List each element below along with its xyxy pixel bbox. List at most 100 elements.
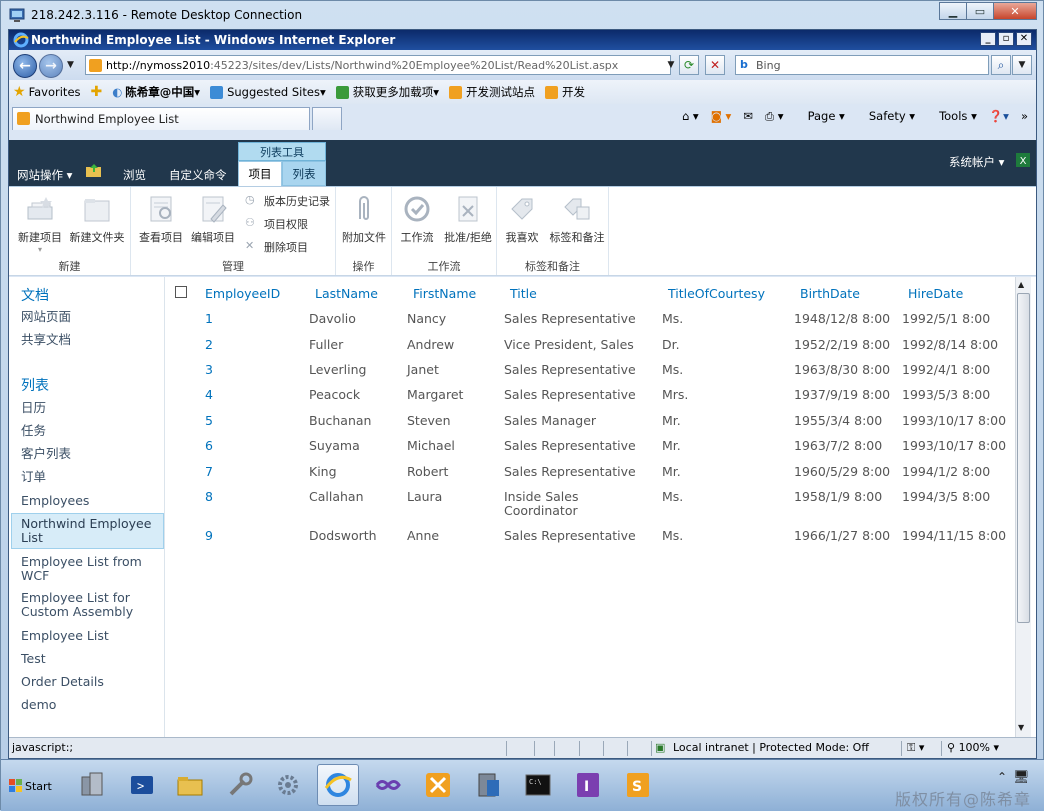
cell-employeeid[interactable]: 3 [205, 363, 213, 377]
back-button[interactable]: ← [13, 54, 37, 78]
tools-icon[interactable] [219, 764, 261, 806]
cell-employeeid[interactable]: 9 [205, 529, 213, 543]
nav-head-documents[interactable]: 文档 [21, 285, 49, 305]
col-titleofcourtesy[interactable]: TitleOfCourtesy [668, 286, 765, 301]
item-permissions-button[interactable]: ⚇ 项目权限 [245, 216, 308, 232]
scroll-thumb[interactable] [1017, 293, 1030, 623]
explorer-folder-icon[interactable] [169, 764, 211, 806]
cell-employeeid[interactable]: 8 [205, 490, 213, 504]
workflows-button[interactable]: 工作流 [394, 193, 440, 245]
page-menu[interactable]: Page ▾ [796, 109, 845, 124]
tray-chevron-icon[interactable]: ⌃ [997, 770, 1007, 784]
iis-tools-icon[interactable] [417, 764, 459, 806]
fav-item-2[interactable]: 获取更多加载项 ▾ [335, 84, 439, 100]
server-manager-icon[interactable] [71, 764, 113, 806]
ie-titlebar[interactable]: Northwind Employee List - Windows Intern… [9, 30, 1036, 50]
tab-list[interactable]: 列表 [282, 161, 326, 186]
visual-studio-icon[interactable] [367, 764, 409, 806]
col-employeeid[interactable]: EmployeeID [205, 286, 280, 301]
print-icon[interactable]: ⎙ ▾ [765, 109, 784, 124]
nav-employee-list[interactable]: Employee List [21, 629, 161, 643]
search-options-icon[interactable]: ▼ [1012, 55, 1032, 75]
attach-file-button[interactable]: 附加文件 [338, 193, 390, 245]
tab-northwind[interactable]: Northwind Employee List [12, 107, 310, 130]
cell-employeeid[interactable]: 7 [205, 465, 213, 479]
nav-demo[interactable]: demo [21, 698, 161, 712]
powershell-icon[interactable]: > [121, 764, 163, 806]
site-actions-menu[interactable]: 网站操作 ▾ [17, 167, 72, 183]
fav-item-4[interactable]: 开发 [545, 84, 585, 100]
navigate-up-icon[interactable] [85, 163, 103, 179]
network-tray-icon[interactable]: 🖥 [1013, 770, 1030, 785]
infopath-icon[interactable]: I [567, 764, 609, 806]
nav-tasks[interactable]: 任务 [21, 424, 161, 438]
overflow-chevron-icon[interactable]: » [1021, 109, 1028, 124]
settings-gear-icon[interactable] [267, 764, 309, 806]
col-lastname[interactable]: LastName [315, 286, 378, 301]
add-favorite-button[interactable]: ✚ [91, 84, 103, 100]
sql-server-icon[interactable] [467, 764, 509, 806]
help-icon[interactable]: ❓▾ [989, 109, 1009, 124]
select-all-checkbox[interactable] [175, 286, 187, 298]
address-dropdown-icon[interactable]: ▼ [661, 55, 681, 75]
refresh-icon[interactable]: ⟳ [679, 55, 699, 75]
excel-icon[interactable]: X [1015, 152, 1031, 168]
fav-item-1[interactable]: Suggested Sites ▾ [210, 85, 326, 99]
edit-item-button[interactable]: 编辑项目 [187, 193, 239, 245]
cell-employeeid[interactable]: 5 [205, 414, 213, 428]
close-button[interactable]: ✕ [993, 2, 1037, 20]
col-firstname[interactable]: FirstName [413, 286, 476, 301]
tab-browse[interactable]: 浏览 [123, 167, 146, 183]
mail-icon[interactable]: ✉ [743, 109, 753, 124]
favorites-button[interactable]: ★ Favorites [9, 84, 81, 100]
nav-employee-list-wcf[interactable]: Employee List from WCF [21, 555, 161, 583]
home-icon[interactable]: ⌂ ▾ [682, 109, 699, 124]
lock-icon[interactable]: ⚿ ▾ [907, 741, 924, 755]
tags-notes-button[interactable]: 标签和备注 [547, 193, 607, 245]
new-folder-button[interactable]: 新建文件夹 [67, 193, 127, 245]
rdp-titlebar[interactable]: 218.242.3.116 - Remote Desktop Connectio… [1, 1, 1043, 29]
ie-restore-button[interactable]: ▫ [998, 32, 1014, 46]
nav-head-lists[interactable]: 列表 [21, 375, 49, 395]
scroll-up-icon[interactable]: ▲ [1018, 280, 1024, 289]
tools-menu[interactable]: Tools ▾ [927, 109, 977, 124]
tab-items[interactable]: 项目 [238, 161, 282, 186]
nav-site-pages[interactable]: 网站页面 [21, 310, 161, 324]
nav-employee-list-custom-assembly[interactable]: Employee List for Custom Assembly [21, 591, 161, 619]
nav-shared-documents[interactable]: 共享文档 [21, 333, 161, 347]
internet-explorer-icon[interactable] [317, 764, 359, 806]
nav-employees[interactable]: Employees [21, 494, 161, 508]
zoom-control[interactable]: ⚲ 100% ▾ [947, 741, 999, 754]
col-title[interactable]: Title [510, 286, 537, 301]
version-history-button[interactable]: ◷ 版本历史记录 [245, 193, 330, 209]
minimize-button[interactable]: ▁ [939, 2, 967, 20]
i-like-it-button[interactable]: 我喜欢 [501, 193, 543, 245]
user-menu[interactable]: 系统帐户 ▾ [949, 154, 1004, 170]
scroll-down-icon[interactable]: ▼ [1018, 723, 1024, 732]
fav-item-3[interactable]: 开发测试站点 [449, 84, 535, 100]
fav-item-0[interactable]: ◐ 陈希章@中国 ▾ [112, 84, 200, 100]
nav-orders[interactable]: 订单 [21, 470, 161, 484]
ie-close-button[interactable]: ✕ [1016, 32, 1032, 46]
vertical-scrollbar[interactable]: ▲ ▼ [1015, 277, 1031, 737]
safety-menu[interactable]: Safety ▾ [857, 109, 915, 124]
stop-icon[interactable]: ✕ [705, 55, 725, 75]
search-go-icon[interactable]: ⌕ [991, 55, 1011, 75]
cell-employeeid[interactable]: 6 [205, 439, 213, 453]
nav-customer-list[interactable]: 客户列表 [21, 447, 161, 461]
search-input[interactable]: b Bing [735, 55, 989, 75]
security-zone[interactable]: Local intranet | Protected Mode: Off [673, 741, 869, 754]
col-birthdate[interactable]: BirthDate [800, 286, 860, 301]
approve-reject-button[interactable]: 批准/拒绝 [440, 193, 496, 245]
cell-employeeid[interactable]: 1 [205, 312, 213, 326]
cell-employeeid[interactable]: 2 [205, 338, 213, 352]
feeds-icon[interactable]: ◙ ▾ [711, 109, 732, 124]
nav-calendar[interactable]: 日历 [21, 401, 161, 415]
nav-northwind-employee-list[interactable]: Northwind Employee List [21, 517, 161, 545]
sharepoint-designer-icon[interactable]: S [617, 764, 659, 806]
tab-custom-commands[interactable]: 自定义命令 [169, 167, 227, 183]
history-dropdown-icon[interactable]: ▼ [67, 60, 74, 70]
nav-order-details[interactable]: Order Details [21, 675, 161, 689]
col-hiredate[interactable]: HireDate [908, 286, 963, 301]
ie-minimize-button[interactable]: _ [980, 32, 996, 46]
